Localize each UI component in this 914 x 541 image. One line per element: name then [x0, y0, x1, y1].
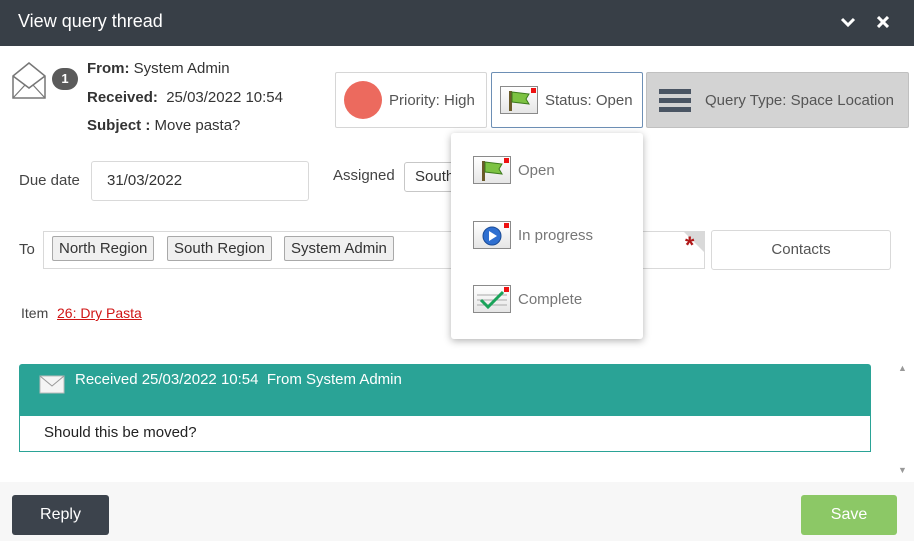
save-button[interactable]: Save — [801, 495, 897, 535]
subject-line: Subject : Move pasta? — [87, 117, 240, 134]
message-count-badge: 1 — [52, 68, 78, 90]
close-button[interactable] — [871, 10, 895, 34]
recipient-tag[interactable]: South Region — [167, 236, 272, 261]
item-label: Item — [21, 305, 49, 321]
to-label: To — [19, 241, 35, 258]
check-icon — [473, 285, 511, 313]
thread-header-text: Received 25/03/2022 10:54 From System Ad… — [75, 371, 402, 388]
subject-label: Subject : — [87, 117, 151, 134]
due-date-field[interactable]: 31/03/2022 — [91, 161, 309, 201]
flag-icon — [500, 86, 538, 114]
scroll-down-arrow-icon[interactable]: ▼ — [898, 465, 907, 475]
from-value: System Admin — [133, 60, 230, 77]
received-value: 25/03/2022 10:54 — [166, 89, 283, 106]
status-label: Status: Open — [545, 91, 633, 109]
assigned-label: Assigned — [333, 167, 395, 184]
menu-icon — [659, 85, 691, 116]
required-asterisk: * — [685, 232, 695, 259]
item-link[interactable]: 26: Dry Pasta — [57, 305, 142, 321]
recipient-tag[interactable]: System Admin — [284, 236, 394, 261]
received-label: Received: — [87, 89, 158, 106]
scroll-up-arrow-icon[interactable]: ▲ — [898, 363, 907, 373]
footer-bar — [0, 482, 914, 541]
chevron-down-icon — [840, 17, 856, 28]
status-option-label: Complete — [518, 290, 583, 308]
query-type-chip[interactable]: Query Type: Space Location — [646, 72, 909, 128]
priority-dot-icon — [344, 81, 382, 119]
query-type-label: Query Type: Space Location — [705, 91, 895, 109]
envelope-icon — [39, 375, 65, 394]
status-chip[interactable]: Status: Open — [491, 72, 643, 128]
status-option-label: In progress — [518, 226, 594, 244]
status-option-in-progress[interactable]: In progress — [473, 217, 638, 253]
reply-button[interactable]: Reply — [12, 495, 109, 535]
play-icon — [473, 221, 511, 249]
priority-chip[interactable]: Priority: High — [335, 72, 487, 128]
title-bar: View query thread — [0, 0, 914, 46]
due-date-label: Due date — [19, 172, 80, 189]
recipient-tag[interactable]: North Region — [52, 236, 155, 261]
flag-icon — [473, 156, 511, 184]
thread-message-body: Should this be moved? — [19, 416, 871, 452]
status-option-open[interactable]: Open — [473, 152, 638, 188]
subject-value: Move pasta? — [154, 117, 241, 134]
thread-message-header[interactable]: Received 25/03/2022 10:54 From System Ad… — [19, 364, 871, 416]
envelope-icon — [12, 62, 46, 99]
priority-label: Priority: High — [389, 91, 475, 109]
received-line: Received: 25/03/2022 10:54 — [87, 89, 283, 106]
from-line: From: System Admin — [87, 60, 230, 77]
window-title: View query thread — [18, 11, 163, 31]
status-option-complete[interactable]: Complete — [473, 281, 638, 317]
status-option-label: Open — [518, 161, 555, 179]
status-dropdown: Open In progress Complete — [451, 133, 643, 339]
from-label: From: — [87, 60, 130, 77]
contacts-button[interactable]: Contacts — [711, 230, 891, 270]
collapse-button[interactable] — [836, 10, 860, 34]
close-icon — [877, 16, 889, 28]
